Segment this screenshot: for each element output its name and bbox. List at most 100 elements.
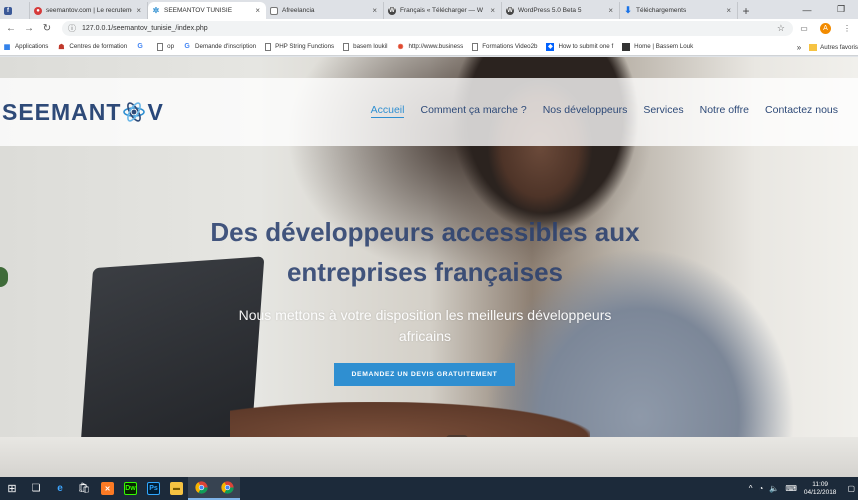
menu-item-services[interactable]: Services (643, 104, 683, 118)
restore-icon[interactable]: ❐ (824, 0, 858, 19)
wordpress-icon: W (388, 6, 396, 15)
tab-seemantov-recrutement[interactable]: ● seemantov.com | Le recrutement × (30, 2, 148, 19)
tab-label: Français « Télécharger — W (400, 7, 483, 14)
page-icon (343, 42, 350, 51)
forward-arrow-icon[interactable]: → (22, 22, 36, 36)
google-icon: G (137, 43, 143, 50)
page-icon (157, 42, 164, 51)
file-explorer-icon[interactable]: ▬ (170, 482, 183, 495)
bookmark-home-bassem[interactable]: Home | Bassem Louk (622, 42, 694, 51)
xampp-icon[interactable]: ✕ (101, 482, 114, 495)
bookmark-label: PHP String Functions (275, 43, 335, 50)
bookmark-star-icon[interactable]: ☆ (777, 23, 785, 34)
chrome-icon[interactable] (214, 477, 240, 500)
bookmark-basem-loukil[interactable]: basem loukil (343, 42, 388, 51)
page-icon (270, 6, 278, 15)
bookmark-label: op (167, 43, 175, 50)
bookmark-label: Formations Video2b (482, 43, 538, 50)
bookmarks-bar: ▦ Applications ☗ Centres de formation G … (0, 38, 858, 56)
apps-grid-icon: ▦ (3, 43, 11, 51)
chevron-up-icon[interactable]: ^ (749, 484, 753, 493)
close-tab-icon[interactable]: × (608, 6, 613, 15)
edge-icon[interactable]: e (48, 477, 72, 500)
close-tab-icon[interactable]: × (490, 6, 495, 15)
bookmark-centres-formation[interactable]: ☗ Centres de formation (57, 43, 127, 51)
hero-title: Des développeurs accessibles aux entrepr… (190, 212, 660, 292)
menu-item-contactez-nous[interactable]: Contactez nous (765, 104, 838, 118)
store-icon[interactable]: 🛍 (72, 477, 96, 500)
menu-kebab-icon[interactable]: ⋮ (841, 23, 853, 35)
tab-seemantov-tunisie[interactable]: ✲ SEEMANTOV TUNISIE × (148, 2, 266, 19)
menu-item-accueil[interactable]: Accueil (370, 104, 405, 118)
google-icon: G (184, 43, 190, 50)
bookmark-business[interactable]: ✺ http://www.business (397, 43, 464, 51)
network-icon[interactable]: ◔ (759, 484, 764, 493)
photoshop-icon[interactable]: Ps (147, 482, 160, 495)
profile-avatar[interactable]: A (820, 23, 831, 34)
folder-icon (809, 43, 818, 51)
bookmark-demande-inscription[interactable]: G Demande d'inscription (183, 43, 256, 51)
request-quote-button[interactable]: DEMANDEZ UN DEVIS GRATUITEMENT (334, 363, 515, 386)
close-tab-icon[interactable]: × (726, 6, 731, 15)
bookmark-how-to-submit[interactable]: ◆ How to submit one f (546, 42, 614, 51)
notifications-icon[interactable]: ▢ (847, 484, 855, 493)
page-icon (472, 42, 479, 51)
tab-facebook[interactable]: f (0, 2, 30, 19)
tab-label: Afreelancia (282, 7, 315, 14)
task-view-icon[interactable]: ❏ (24, 477, 48, 500)
site-logo[interactable]: SEEMANT V (2, 98, 164, 126)
tab-label: WordPress 5.0 Beta 5 (518, 7, 582, 14)
hero-subtitle-line2: africains (398, 328, 452, 344)
bookmark-php-string[interactable]: PHP String Functions (265, 42, 335, 51)
hero-title-line1: Des développeurs accessibles aux (210, 217, 640, 247)
bookmark-op[interactable]: op (157, 42, 175, 51)
tab-label: seemantov.com | Le recrutement (46, 7, 133, 14)
new-tab-button[interactable]: + (738, 2, 754, 19)
url-input[interactable]: ⓘ 127.0.0.1/seemantov_tunisie_/index.php… (62, 21, 793, 36)
taskbar-clock[interactable]: 11:09 04/12/2018 (804, 481, 837, 497)
atom-logo-icon (122, 100, 146, 124)
close-tab-icon[interactable]: × (255, 6, 260, 15)
hero-title-line2: entreprises françaises (286, 257, 564, 287)
tab-label: Téléchargements (636, 7, 687, 14)
page-icon (622, 42, 631, 51)
window-controls: — ❐ (790, 0, 858, 19)
reload-icon[interactable]: ↻ (40, 22, 54, 36)
cast-icon[interactable]: ▭ (798, 23, 810, 35)
bookmarks-overflow-button[interactable]: » (797, 43, 801, 52)
other-bookmarks[interactable]: Autres favoris (820, 44, 858, 51)
bookmark-formations-video[interactable]: Formations Video2b (472, 42, 538, 51)
menu-item-comment-ca-marche[interactable]: Comment ça marche ? (420, 104, 526, 118)
menu-item-notre-offre[interactable]: Notre offre (700, 104, 749, 118)
system-tray: ^ ◔ 🔈 ⌨ 11:09 04/12/2018 ▢ (746, 477, 858, 500)
close-tab-icon[interactable]: × (136, 6, 141, 15)
hero-subtitle-line1: Nous mettons à votre disposition les mei… (238, 307, 612, 323)
bookmarks-right: » Autres favoris (792, 38, 858, 55)
download-icon: ⬇ (624, 5, 632, 15)
minimize-icon[interactable]: — (790, 0, 824, 19)
tab-afreelancia[interactable]: Afreelancia × (266, 2, 384, 19)
close-tab-icon[interactable]: × (372, 6, 377, 15)
bookmark-label: http://www.business (408, 43, 464, 50)
keyboard-icon[interactable]: ⌨ (785, 484, 797, 493)
bookmark-label: Home | Bassem Louk (634, 43, 694, 50)
volume-icon[interactable]: 🔈 (769, 484, 779, 493)
tab-wordpress-beta[interactable]: W WordPress 5.0 Beta 5 × (502, 2, 620, 19)
address-bar-row: ← → ↻ ⓘ 127.0.0.1/seemantov_tunisie_/ind… (0, 19, 858, 38)
bookmark-label: Centres de formation (69, 43, 128, 50)
menu-item-nos-developpeurs[interactable]: Nos développeurs (543, 104, 628, 118)
bookmark-label: How to submit one f (558, 43, 614, 50)
info-icon[interactable]: ⓘ (68, 23, 76, 34)
bookmark-label: basem loukil (353, 43, 388, 50)
hero-subtitle: Nous mettons à votre disposition les mei… (210, 305, 640, 347)
url-text: 127.0.0.1/seemantov_tunisie_/index.php (82, 25, 208, 32)
dreamweaver-icon[interactable]: Dw (124, 482, 137, 495)
tab-telechargements[interactable]: ⬇ Téléchargements × (620, 2, 738, 19)
wordpress-icon: W (506, 6, 514, 15)
back-arrow-icon[interactable]: ← (4, 22, 18, 36)
bookmark-google[interactable]: G (136, 43, 148, 51)
bookmark-applications[interactable]: ▦ Applications (3, 43, 49, 51)
chrome-icon[interactable] (188, 477, 214, 500)
tab-wordpress-fr[interactable]: W Français « Télécharger — W × (384, 2, 502, 19)
windows-start-icon[interactable]: ⊞ (0, 477, 24, 500)
